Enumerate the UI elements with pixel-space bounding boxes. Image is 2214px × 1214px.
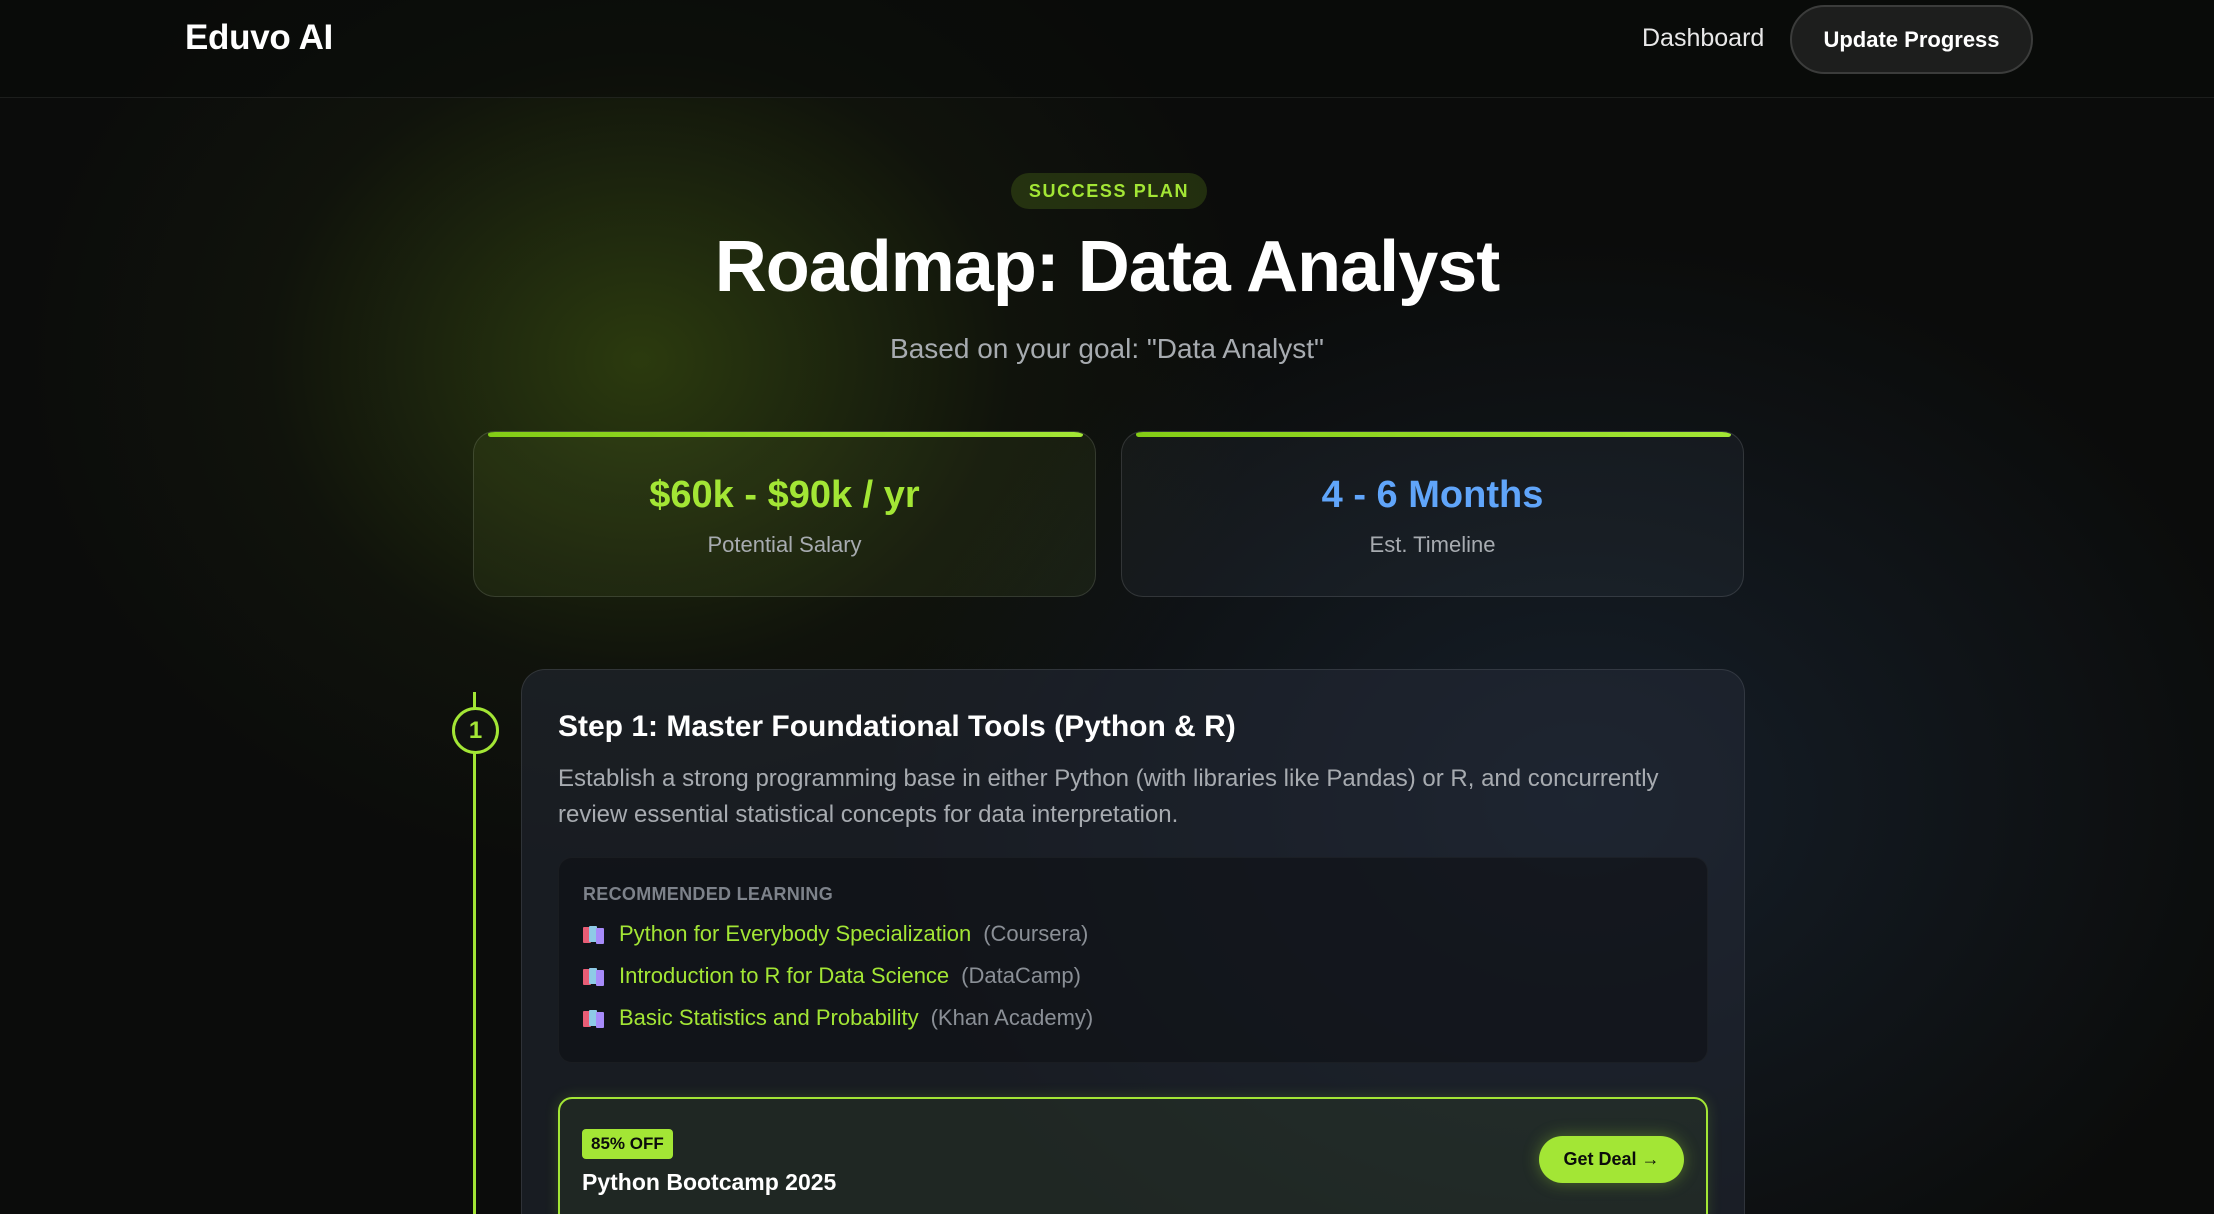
learning-item: Basic Statistics and Probability (Khan A… <box>583 1003 1093 1033</box>
salary-label: Potential Salary <box>707 532 862 557</box>
card-accent-bar <box>1136 432 1731 437</box>
learning-item: Python for Everybody Specialization (Cou… <box>583 919 1088 949</box>
card-accent-bar <box>488 432 1083 437</box>
books-icon <box>583 1009 605 1028</box>
deal-banner: 85% OFF Python Bootcamp 2025 Get Deal → <box>558 1097 1708 1214</box>
salary-value: $60k - $90k / yr <box>649 474 920 516</box>
roadmap-timeline-line <box>473 692 476 1214</box>
nav-link-dashboard[interactable]: Dashboard <box>1642 24 1764 53</box>
update-progress-button[interactable]: Update Progress <box>1790 5 2033 74</box>
step-card: Step 1: Master Foundational Tools (Pytho… <box>521 669 1745 1214</box>
deal-title: Python Bootcamp 2025 <box>582 1169 837 1195</box>
salary-stat-card: $60k - $90k / yr Potential Salary <box>473 431 1096 597</box>
success-plan-badge: SUCCESS PLAN <box>1011 173 1207 209</box>
step-title: Step 1: Master Foundational Tools (Pytho… <box>558 710 1236 743</box>
learning-provider: (DataCamp) <box>961 963 1081 988</box>
get-deal-button[interactable]: Get Deal → <box>1539 1136 1684 1183</box>
timeline-value: 4 - 6 Months <box>1321 474 1544 516</box>
discount-badge: 85% OFF <box>582 1129 673 1159</box>
step-number-marker: 1 <box>452 707 499 754</box>
timeline-stat-card: 4 - 6 Months Est. Timeline <box>1121 431 1744 597</box>
learning-provider: (Khan Academy) <box>930 1005 1094 1030</box>
books-icon <box>583 967 605 986</box>
learning-link-r[interactable]: Introduction to R for Data Science <box>619 963 949 989</box>
page: Eduvo AI Dashboard Update Progress SUCCE… <box>0 0 2214 1214</box>
learning-provider: (Coursera) <box>983 921 1089 946</box>
learning-item: Introduction to R for Data Science (Data… <box>583 961 1081 991</box>
recommended-learning-box: RECOMMENDED LEARNING Python for Everybod… <box>558 857 1708 1063</box>
brand-logo[interactable]: Eduvo AI <box>185 18 333 58</box>
step-description: Establish a strong programming base in e… <box>558 765 1659 828</box>
books-icon <box>583 925 605 944</box>
page-subtitle: Based on your goal: "Data Analyst" <box>890 333 1324 364</box>
learning-link-statistics[interactable]: Basic Statistics and Probability <box>619 1005 919 1031</box>
learning-link-python[interactable]: Python for Everybody Specialization <box>619 921 971 947</box>
top-nav-bar: Eduvo AI Dashboard Update Progress <box>0 0 2214 98</box>
recommended-learning-heading: RECOMMENDED LEARNING <box>583 884 834 904</box>
page-title: Roadmap: Data Analyst <box>714 227 1501 307</box>
timeline-label: Est. Timeline <box>1369 532 1496 557</box>
